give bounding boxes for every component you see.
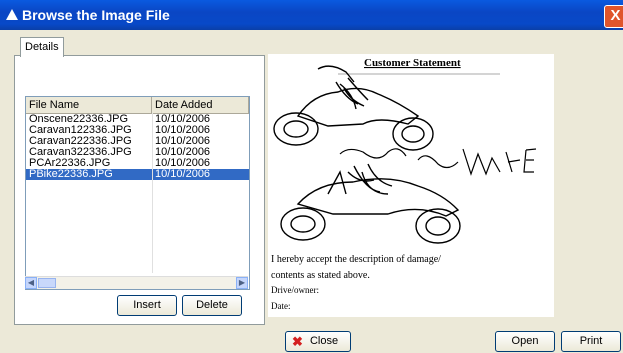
image-preview: Customer Statement I hereby accept the d… <box>268 54 554 317</box>
window-title: Browse the Image File <box>22 7 170 23</box>
window-close-button[interactable]: X <box>604 5 623 28</box>
column-date-added[interactable]: Date Added <box>152 97 249 113</box>
scroll-thumb[interactable] <box>38 278 56 288</box>
column-divider <box>152 113 153 273</box>
statement-line-4: Date: <box>271 301 291 311</box>
open-button[interactable]: Open <box>495 331 555 352</box>
print-button[interactable]: Print <box>561 331 621 352</box>
horizontal-scrollbar[interactable]: ◀ ▶ <box>25 276 248 289</box>
statement-line-2: contents as stated above. <box>271 270 370 281</box>
file-list[interactable]: File Name Date Added Onscene22336.JPG 10/… <box>25 96 250 290</box>
statement-heading: Customer Statement <box>364 57 461 69</box>
close-button[interactable]: ✖ Close <box>285 331 351 352</box>
motorcycle-sketch-bottom <box>280 163 461 244</box>
scroll-right-icon[interactable]: ▶ <box>236 277 248 289</box>
motorcycle-sketch-top <box>273 65 434 151</box>
open-button-label: Open <box>511 335 539 347</box>
insert-button[interactable]: Insert <box>117 295 177 316</box>
column-file-name[interactable]: File Name <box>26 97 152 113</box>
close-button-label: Close <box>309 335 339 347</box>
file-name: PBike22336.JPG <box>29 168 113 180</box>
file-list-header: File Name Date Added <box>26 97 249 114</box>
tab-details[interactable]: Details <box>20 37 64 57</box>
statement-line-1: I hereby accept the description of damag… <box>271 254 441 265</box>
file-date: 10/10/2006 <box>155 168 211 180</box>
insert-button-label: Insert <box>133 299 161 311</box>
delete-button-label: Delete <box>196 299 228 311</box>
title-bar: Browse the Image File X <box>0 0 623 30</box>
list-item-selected[interactable]: PBike22336.JPG 10/10/2006 <box>26 169 249 180</box>
print-button-label: Print <box>579 335 603 347</box>
delete-button[interactable]: Delete <box>182 295 242 316</box>
app-icon <box>6 9 18 20</box>
statement-image: Customer Statement I hereby accept the d… <box>271 57 537 311</box>
statement-line-3: Drive/owner: <box>271 285 319 295</box>
damage-scribble <box>339 148 537 176</box>
scroll-left-icon[interactable]: ◀ <box>25 277 37 289</box>
close-x-icon: ✖ <box>292 334 303 349</box>
